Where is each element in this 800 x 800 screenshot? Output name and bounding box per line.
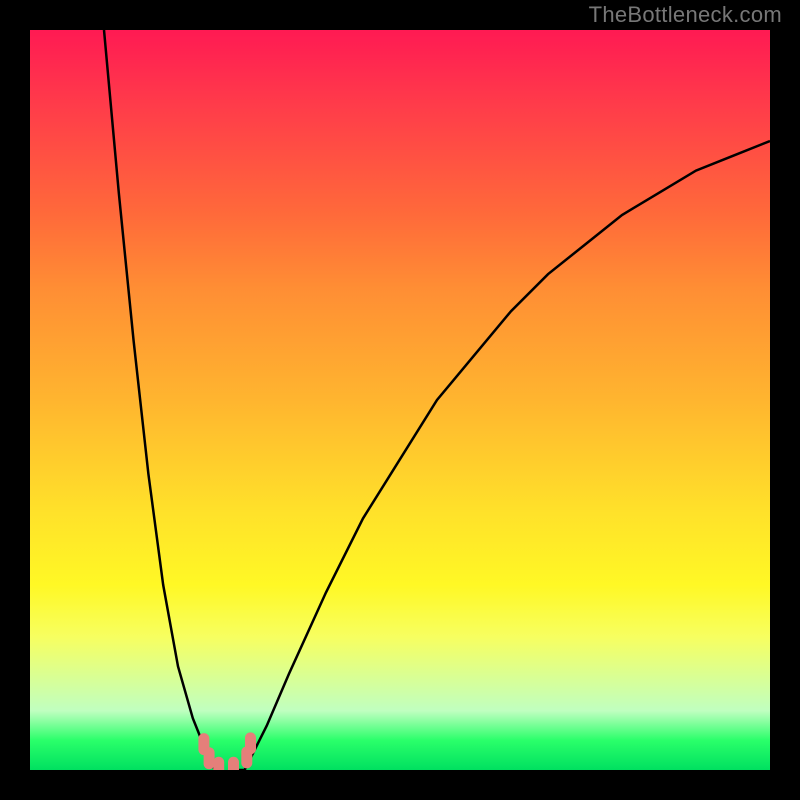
marker (213, 757, 224, 770)
marker (228, 757, 239, 770)
marker (245, 732, 256, 754)
curve-layer (30, 30, 770, 770)
marker-group (198, 732, 256, 770)
marker (204, 747, 215, 769)
left-curve (104, 30, 222, 770)
chart-container: TheBottleneck.com (0, 0, 800, 800)
right-curve (237, 141, 770, 770)
watermark-text: TheBottleneck.com (589, 2, 782, 28)
plot-area (30, 30, 770, 770)
